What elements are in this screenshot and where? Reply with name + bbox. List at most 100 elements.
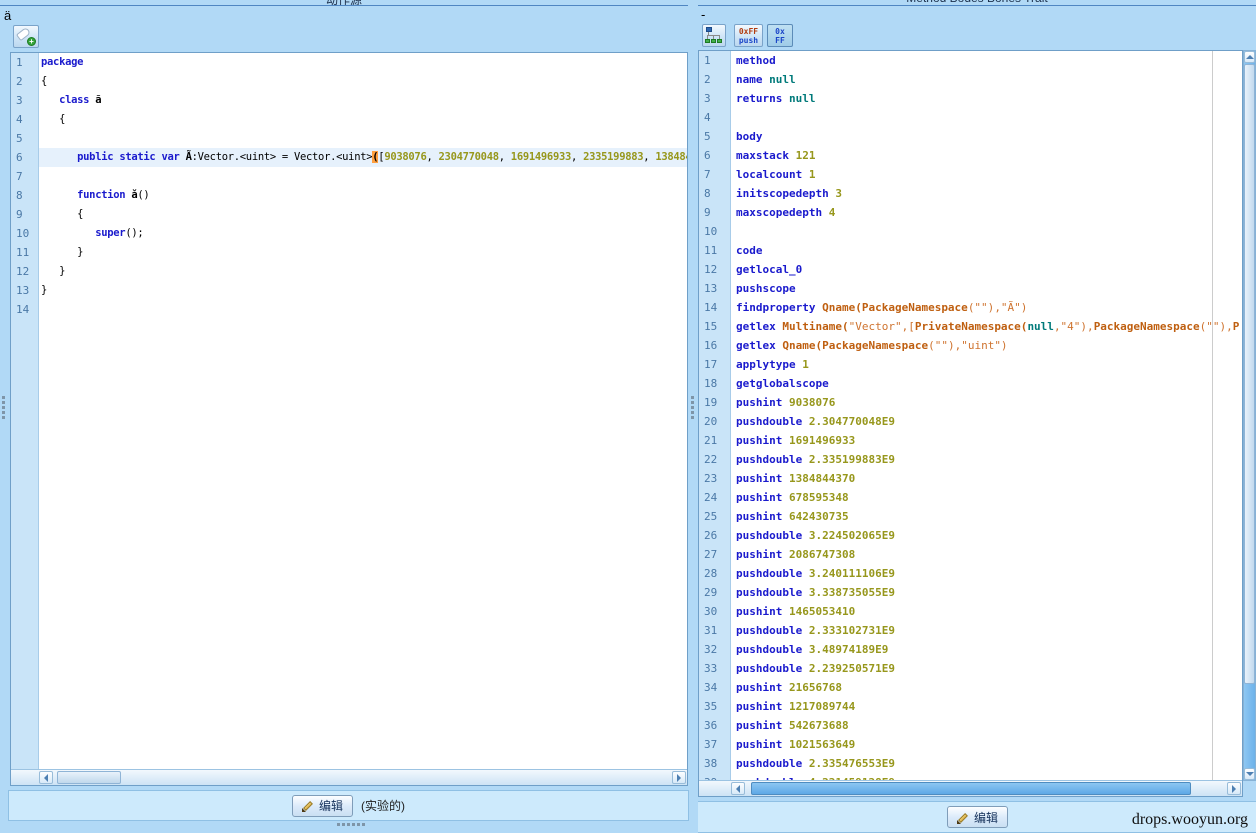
line-number: 23 [704,472,718,485]
code-text: } [41,265,66,277]
edit-pcode-button[interactable]: 编辑 [947,806,1009,828]
line-number: 3 [16,94,23,107]
line-number: 7 [16,170,23,183]
right-vertical-scrollbar[interactable] [1243,50,1256,781]
code-line[interactable]: 15 getlex Multiname("Vector",[PrivateName… [699,317,1242,336]
code-line[interactable]: 18 getglobalscope [699,374,1242,393]
code-line[interactable]: 23 pushint 1384844370 [699,469,1242,488]
code-line[interactable]: 5 body [699,127,1242,146]
code-line[interactable]: 9 { [11,205,687,224]
hex-push-button[interactable]: 0xFF push [734,24,763,47]
line-number: 38 [704,757,718,770]
left-horizontal-scrollbar[interactable] [11,769,687,785]
line-number: 1 [16,56,23,69]
code-text: name null [736,73,796,86]
code-line[interactable]: 17 applytype 1 [699,355,1242,374]
code-line[interactable]: 28 pushdouble 3.240111106E9 [699,564,1242,583]
code-line[interactable]: 31 pushdouble 2.333102731E9 [699,621,1242,640]
code-line[interactable]: 24 pushint 678595348 [699,488,1242,507]
actionscript-code-view[interactable]: 1 package 2{3 class ã4 { 5 6 public static v… [11,53,687,769]
left-hscroll-thumb[interactable] [57,771,121,784]
code-line[interactable]: 27 pushint 2086747308 [699,545,1242,564]
code-line[interactable]: 26 pushdouble 3.224502065E9 [699,526,1242,545]
line-number: 20 [704,415,718,428]
code-line[interactable]: 6 public static var Ã:Vector.<uint> = Ve… [11,148,687,167]
code-line[interactable]: 38 pushdouble 2.335476553E9 [699,754,1242,773]
code-line[interactable]: 14 findproperty Qname(PackageNamespace(""… [699,298,1242,317]
code-line[interactable]: 8 initscopedepth 3 [699,184,1242,203]
code-line[interactable]: 32 pushdouble 3.48974189E9 [699,640,1242,659]
line-number: 36 [704,719,718,732]
line-number: 5 [704,130,711,143]
scroll-down-arrow[interactable] [1244,768,1255,780]
hex-ff-button[interactable]: 0x FF [767,24,793,47]
code-line[interactable]: 4 { [11,110,687,129]
graph-icon [705,27,723,44]
code-line[interactable]: 7 localcount 1 [699,165,1242,184]
code-line[interactable]: 10 [699,222,1242,241]
graph-button[interactable] [702,24,726,47]
line-number: 11 [704,244,718,257]
code-line[interactable]: 36 pushint 542673688 [699,716,1242,735]
code-line[interactable]: 11 } [11,243,687,262]
code-line[interactable]: 35 pushint 1217089744 [699,697,1242,716]
code-line[interactable]: 2{ [11,72,687,91]
code-line[interactable]: 34 pushint 21656768 [699,678,1242,697]
code-line[interactable]: 16 getlex Qname(PackageNamespace(""),"uin… [699,336,1242,355]
code-line[interactable]: 29 pushdouble 3.338735055E9 [699,583,1242,602]
code-line[interactable]: 6 maxstack 121 [699,146,1242,165]
code-line[interactable]: 10 super(); [11,224,687,243]
code-line[interactable]: 14 [11,300,687,319]
bottom-splitter[interactable] [337,823,365,826]
right-hscroll-thumb[interactable] [751,782,1191,795]
scroll-left-arrow[interactable] [39,771,53,784]
code-line[interactable]: 3 class ã [11,91,687,110]
code-line[interactable]: 22 pushdouble 2.335199883E9 [699,450,1242,469]
line-number: 5 [16,132,23,145]
add-trait-button[interactable]: + [13,25,39,48]
line-number: 12 [16,265,30,278]
left-edge-splitter[interactable] [2,396,5,419]
code-line[interactable]: 13} [11,281,687,300]
code-line[interactable]: 1 method [699,51,1242,70]
code-text: pushdouble 2.304770048E9 [736,415,895,428]
code-line[interactable]: 19 pushint 9038076 [699,393,1242,412]
edit-script-button[interactable]: 编辑 [291,794,353,817]
line-number: 13 [704,282,718,295]
code-line[interactable]: 21 pushint 1691496933 [699,431,1242,450]
line-number: 15 [704,320,718,333]
panel-splitter[interactable] [691,396,694,419]
vscroll-thumb[interactable] [1244,64,1255,684]
code-line[interactable]: 20 pushdouble 2.304770048E9 [699,412,1242,431]
code-line[interactable]: 25 pushint 642430735 [699,507,1242,526]
code-line[interactable]: 3 returns null [699,89,1242,108]
code-line[interactable]: 11 code [699,241,1242,260]
code-text: pushint 9038076 [736,396,836,409]
code-line[interactable]: 9 maxscopedepth 4 [699,203,1242,222]
right-horizontal-scrollbar[interactable] [699,780,1242,796]
code-line[interactable]: 33 pushdouble 2.239250571E9 [699,659,1242,678]
line-number: 16 [704,339,718,352]
line-number: 35 [704,700,718,713]
code-line[interactable]: 12 } [11,262,687,281]
scroll-right-arrow[interactable] [672,771,686,784]
code-line[interactable]: 5 [11,129,687,148]
code-line[interactable]: 8 function ǎ() [11,186,687,205]
pcode-code-view[interactable]: 1 method 2 name null 3 returns null 4 5 body 6 max… [699,51,1242,780]
pcode-editor: 1 method 2 name null 3 returns null 4 5 body 6 max… [698,50,1243,797]
code-line[interactable]: 4 [699,108,1242,127]
scroll-up-arrow[interactable] [1244,51,1255,63]
scroll-right-arrow[interactable] [1227,782,1241,795]
code-text: pushdouble 3.240111106E9 [736,567,895,580]
code-line[interactable]: 37 pushint 1021563649 [699,735,1242,754]
code-line[interactable]: 7 [11,167,687,186]
line-number: 13 [16,284,30,297]
code-line[interactable]: 13 pushscope [699,279,1242,298]
code-line[interactable]: 39pushdouble 4.221459128E9 [699,773,1242,780]
code-line[interactable]: 1 package [11,53,687,72]
code-line[interactable]: 2 name null [699,70,1242,89]
code-line[interactable]: 12 getlocal_0 [699,260,1242,279]
scroll-left-arrow[interactable] [731,782,745,795]
code-line[interactable]: 30 pushint 1465053410 [699,602,1242,621]
line-number: 30 [704,605,718,618]
